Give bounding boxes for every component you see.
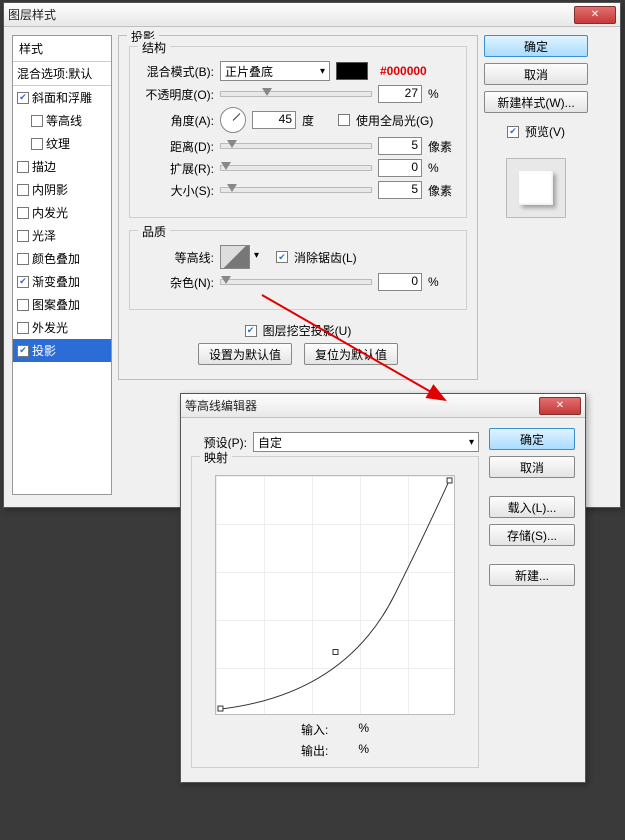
hex-annotation: #000000 [380,64,427,78]
style-checkbox[interactable] [31,115,43,127]
contour-load-button[interactable]: 载入(L)... [489,496,575,518]
style-item[interactable]: ✔斜面和浮雕 [13,86,111,109]
style-label: 投影 [32,342,56,359]
style-list[interactable]: 样式 混合选项:默认 ✔斜面和浮雕等高线纹理描边内阴影内发光光泽颜色叠加✔渐变叠… [12,35,112,495]
style-checkbox[interactable] [17,253,29,265]
contour-dialog-title: 等高线编辑器 [185,397,539,414]
style-item[interactable]: 外发光 [13,316,111,339]
curve-canvas[interactable] [215,475,455,715]
style-item[interactable]: 光泽 [13,224,111,247]
noise-label: 杂色(N): [138,274,214,291]
angle-input[interactable]: 45 [252,111,296,129]
input-label: 输入: [301,721,328,738]
style-checkbox[interactable] [17,322,29,334]
contour-cancel-button[interactable]: 取消 [489,456,575,478]
style-label: 渐变叠加 [32,273,80,290]
noise-slider[interactable] [220,279,372,285]
style-label: 光泽 [32,227,56,244]
antialias-checkbox[interactable]: ✔ [276,251,288,263]
noise-input[interactable]: 0 [378,273,422,291]
style-checkbox[interactable]: ✔ [17,345,29,357]
style-item[interactable]: 图案叠加 [13,293,111,316]
make-default-button[interactable]: 设置为默认值 [198,343,292,365]
size-label: 大小(S): [138,182,214,199]
contour-label: 等高线: [138,249,214,266]
distance-slider[interactable] [220,143,372,149]
style-item[interactable]: ✔渐变叠加 [13,270,111,293]
opacity-slider[interactable] [220,91,372,97]
style-label: 描边 [32,158,56,175]
contour-ok-button[interactable]: 确定 [489,428,575,450]
antialias-label: 消除锯齿(L) [294,249,357,266]
knockout-label: 图层挖空投影(U) [263,322,352,339]
style-item[interactable]: 等高线 [13,109,111,132]
quality-legend: 品质 [138,223,170,240]
style-item[interactable]: 颜色叠加 [13,247,111,270]
close-icon: ✕ [556,400,564,411]
styles-header: 样式 [13,36,111,62]
style-checkbox[interactable] [17,184,29,196]
spread-label: 扩展(R): [138,160,214,177]
preset-combo[interactable]: 自定 [253,432,479,452]
style-checkbox[interactable] [31,138,43,150]
style-item[interactable]: 纹理 [13,132,111,155]
size-input[interactable]: 5 [378,181,422,199]
distance-input[interactable]: 5 [378,137,422,155]
style-label: 斜面和浮雕 [32,89,92,106]
cancel-button[interactable]: 取消 [484,63,588,85]
contour-close-button[interactable]: ✕ [539,397,581,415]
style-label: 外发光 [32,319,68,336]
angle-label: 角度(A): [138,112,214,129]
spread-slider[interactable] [220,165,372,171]
style-checkbox[interactable]: ✔ [17,92,29,104]
style-label: 图案叠加 [32,296,80,313]
new-style-button[interactable]: 新建样式(W)... [484,91,588,113]
style-item[interactable]: 内发光 [13,201,111,224]
contour-new-button[interactable]: 新建... [489,564,575,586]
style-label: 纹理 [46,135,70,152]
style-checkbox[interactable] [17,299,29,311]
knockout-checkbox[interactable]: ✔ [245,325,257,337]
blend-mode-label: 混合模式(B): [138,63,214,80]
preset-label: 预设(P): [191,434,247,451]
size-slider[interactable] [220,187,372,193]
style-label: 颜色叠加 [32,250,80,267]
close-button[interactable]: ✕ [574,6,616,24]
style-item[interactable]: 内阴影 [13,178,111,201]
style-item[interactable]: ✔投影 [13,339,111,362]
preview-box [506,158,566,218]
spread-input[interactable]: 0 [378,159,422,177]
mapping-legend: 映射 [200,449,232,466]
ok-button[interactable]: 确定 [484,35,588,57]
angle-dial[interactable] [220,107,246,133]
contour-titlebar[interactable]: 等高线编辑器 ✕ [181,394,585,418]
preview-label: 预览(V) [525,123,565,140]
contour-save-button[interactable]: 存储(S)... [489,524,575,546]
blend-options-item[interactable]: 混合选项:默认 [13,62,111,86]
style-label: 内阴影 [32,181,68,198]
style-checkbox[interactable] [17,161,29,173]
global-light-label: 使用全局光(G) [356,112,433,129]
close-icon: ✕ [591,9,599,20]
structure-legend: 结构 [138,39,170,56]
style-checkbox[interactable] [17,230,29,242]
style-checkbox[interactable]: ✔ [17,276,29,288]
contour-picker[interactable] [220,245,250,269]
titlebar[interactable]: 图层样式 ✕ [4,3,620,27]
opacity-label: 不透明度(O): [138,86,214,103]
style-label: 等高线 [46,112,82,129]
opacity-input[interactable]: 27 [378,85,422,103]
preview-checkbox[interactable]: ✔ [507,126,519,138]
distance-label: 距离(D): [138,138,214,155]
style-checkbox[interactable] [17,207,29,219]
style-item[interactable]: 描边 [13,155,111,178]
blend-mode-combo[interactable]: 正片叠底 [220,61,330,81]
contour-editor-dialog: 等高线编辑器 ✕ 预设(P): 自定 映射 输入: [180,393,586,783]
dialog-title: 图层样式 [8,6,574,23]
global-light-checkbox[interactable] [338,114,350,126]
shadow-color-swatch[interactable] [336,62,368,80]
style-label: 内发光 [32,204,68,221]
reset-default-button[interactable]: 复位为默认值 [304,343,398,365]
output-label: 输出: [301,742,328,759]
